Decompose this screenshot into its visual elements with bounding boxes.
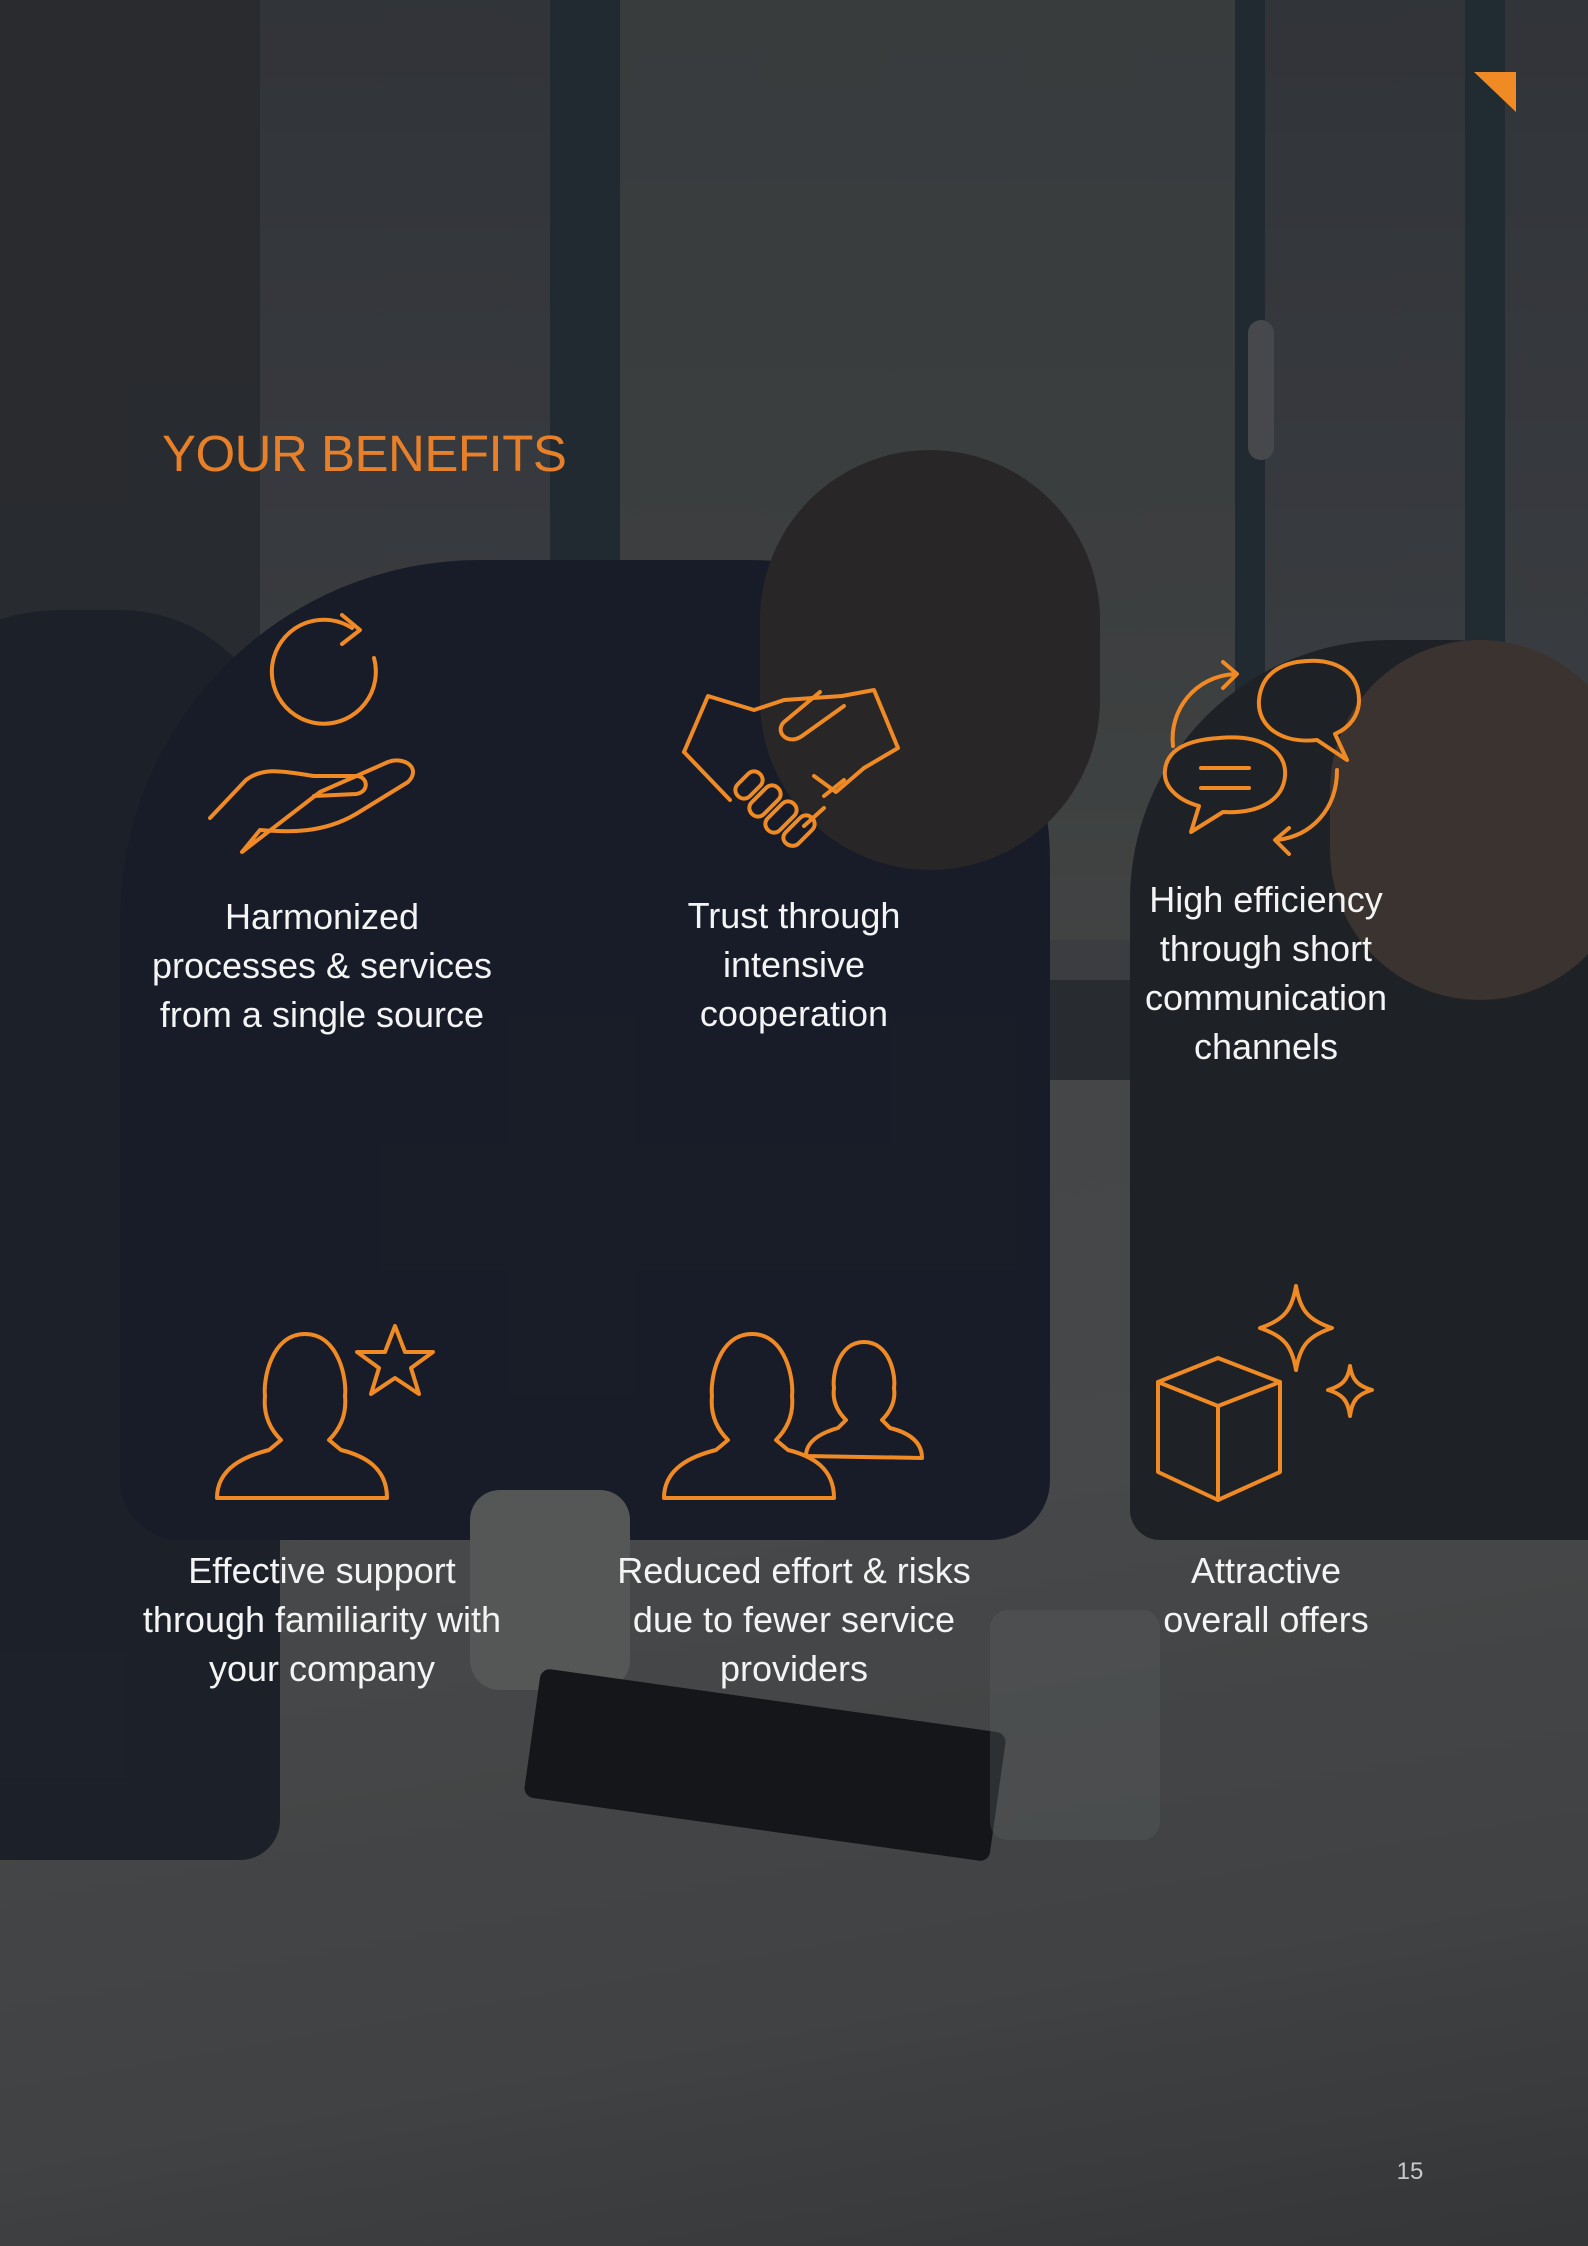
dark-overlay xyxy=(0,0,1588,2246)
benefit-label: Trust through intensive cooperation xyxy=(687,895,901,1034)
benefit-label: Reduced effort & risks due to fewer serv… xyxy=(617,1550,971,1689)
brochure-page: YOUR BENEFITS Harmonized processes & ser… xyxy=(0,0,1588,2246)
hand-with-refresh-icon xyxy=(102,600,542,860)
benefit-label: Harmonized processes & services from a s… xyxy=(151,896,493,1035)
page-title: YOUR BENEFITS xyxy=(162,425,567,482)
benefit-label: Effective support through familiarity wi… xyxy=(142,1550,502,1689)
box-with-sparkles-icon xyxy=(1046,1270,1486,1530)
benefit-label: High efficiency through short communicat… xyxy=(1144,879,1388,1067)
chat-bubbles-icon xyxy=(1046,600,1486,860)
person-with-star-icon xyxy=(102,1270,542,1530)
benefit-label: Attractive overall offers xyxy=(1163,1550,1369,1640)
page-number: 15 xyxy=(1396,2158,1424,2185)
handshake-icon xyxy=(574,600,1014,860)
corner-triangle-icon xyxy=(1474,72,1516,112)
two-people-icon xyxy=(574,1270,1014,1530)
